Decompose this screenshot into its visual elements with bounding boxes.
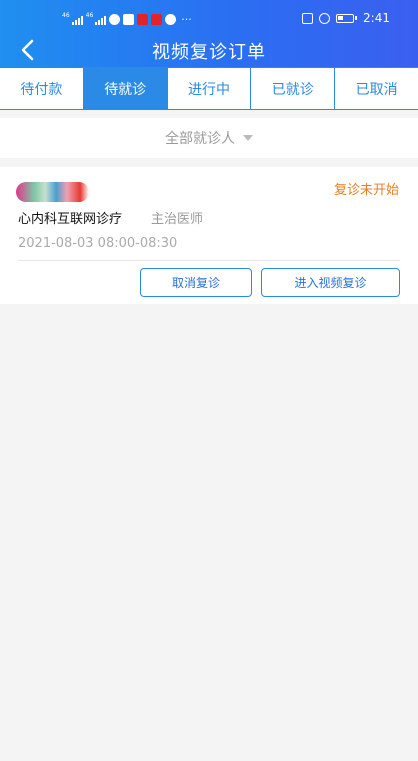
status-bar-left: 46 46 ··· bbox=[62, 13, 192, 25]
order-tabs: 待付款 待就诊 进行中 已就诊 已取消 bbox=[0, 67, 418, 110]
app-icon bbox=[123, 13, 135, 25]
tab-cancelled[interactable]: 已取消 bbox=[335, 68, 418, 109]
status-bar: 46 46 ··· 2:41 bbox=[0, 8, 418, 32]
signal-icon: 46 bbox=[86, 13, 107, 25]
tab-awaiting-visit[interactable]: 待就诊 bbox=[83, 68, 168, 109]
tab-in-progress[interactable]: 进行中 bbox=[168, 68, 252, 109]
page-title: 视频复诊订单 bbox=[152, 42, 266, 63]
divider bbox=[18, 260, 400, 261]
tab-pending-payment[interactable]: 待付款 bbox=[0, 68, 84, 109]
app-icon bbox=[165, 13, 177, 25]
status-badge: 复诊未开始 bbox=[333, 183, 399, 198]
overflow-indicator: ··· bbox=[181, 12, 192, 26]
status-bar-right: 2:41 bbox=[302, 11, 390, 25]
app-header: 46 46 ··· 2:41 视频复诊订单 bbox=[0, 0, 418, 67]
caret-down-icon bbox=[243, 135, 253, 141]
status-time: 2:41 bbox=[363, 11, 390, 25]
patient-name-masked bbox=[16, 182, 89, 202]
enter-video-revisit-button[interactable]: 进入视频复诊 bbox=[261, 268, 400, 297]
alarm-icon bbox=[319, 12, 331, 24]
appointment-time: 2021-08-03 08:00-08:30 bbox=[18, 236, 178, 251]
doctor-title: 主治医师 bbox=[151, 212, 204, 227]
app-icon bbox=[151, 13, 163, 25]
battery-icon bbox=[336, 13, 358, 23]
title-bar: 视频复诊订单 bbox=[0, 34, 418, 66]
signal-label: 46 bbox=[85, 12, 94, 19]
patient-filter-dropdown[interactable]: 全部就诊人 bbox=[0, 118, 418, 158]
app-icon bbox=[137, 13, 149, 25]
department-name: 心内科互联网诊疗 bbox=[18, 212, 123, 227]
signal-label: 46 bbox=[62, 12, 70, 19]
wifi-icon bbox=[109, 13, 121, 25]
cancel-revisit-button[interactable]: 取消复诊 bbox=[140, 268, 252, 297]
order-card: 复诊未开始 心内科互联网诊疗 主治医师 2021-08-03 08:00-08:… bbox=[0, 167, 418, 304]
nfc-icon bbox=[302, 12, 314, 24]
patient-filter-label: 全部就诊人 bbox=[165, 131, 235, 147]
tab-completed[interactable]: 已就诊 bbox=[251, 68, 336, 109]
signal-icon: 46 bbox=[62, 13, 83, 25]
